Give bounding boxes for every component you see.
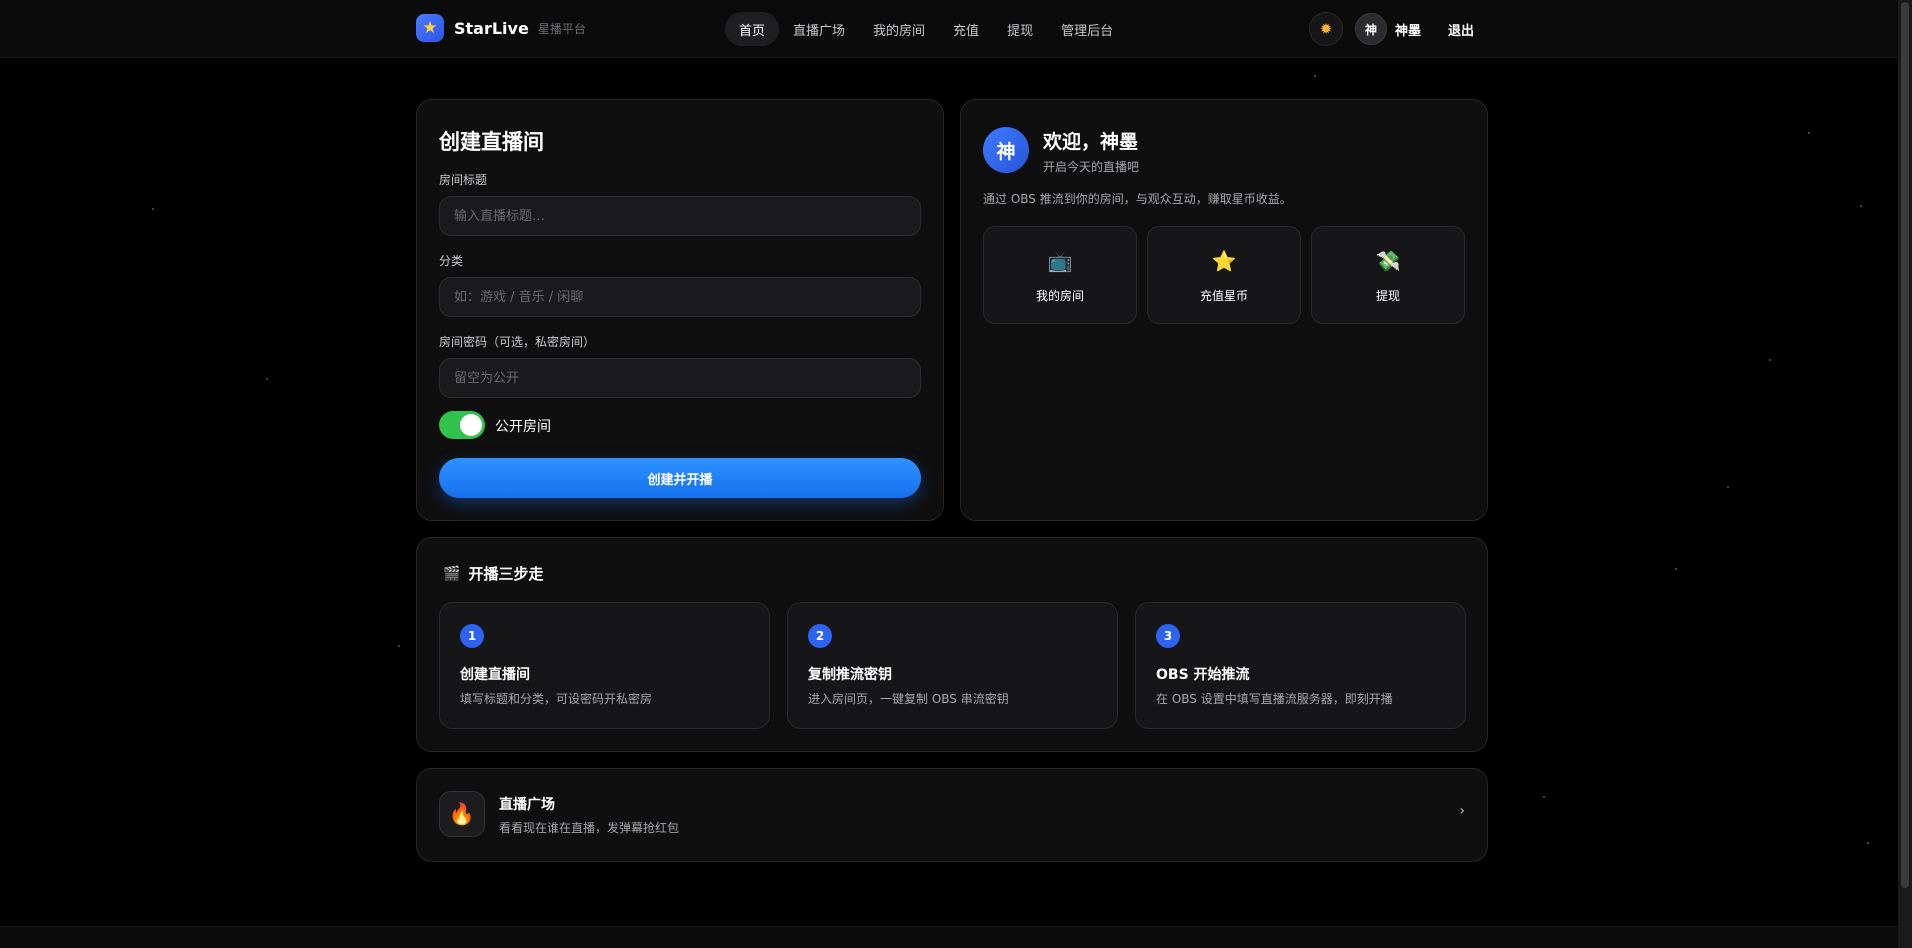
quick-action-recharge[interactable]: ⭐ 充值星币 bbox=[1147, 226, 1301, 324]
avatar[interactable]: 神 bbox=[1355, 13, 1387, 45]
step-number-badge: 3 bbox=[1156, 624, 1180, 648]
nav-item-admin[interactable]: 管理后台 bbox=[1047, 12, 1127, 46]
public-room-toggle[interactable] bbox=[439, 411, 485, 439]
tv-icon: 📺 bbox=[1047, 249, 1073, 273]
welcome-description: 通过 OBS 推流到你的房间，与观众互动，赚取星币收益。 bbox=[983, 192, 1292, 206]
step-description: 填写标题和分类，可设密码开私密房 bbox=[460, 692, 653, 706]
step-title: OBS 开始推流 bbox=[1156, 667, 1250, 683]
step-description: 在 OBS 设置中填写直播流服务器，即刻开播 bbox=[1156, 692, 1393, 706]
welcome-card: 神 欢迎，神墨 开启今天的直播吧 通过 OBS 推流到你的房间，与观众互动，赚取… bbox=[960, 99, 1488, 521]
quick-action-withdraw[interactable]: 💸 提现 bbox=[1311, 226, 1465, 324]
step-item: 2 复制推流密钥 进入房间页，一键复制 OBS 串流密钥 bbox=[787, 602, 1118, 729]
category-label: 分类 bbox=[439, 254, 464, 268]
start-steps-card: 🎬 开播三步走 1 创建直播间 填写标题和分类，可设密码开私密房 2 复制推流密… bbox=[416, 537, 1488, 752]
welcome-subtitle: 开启今天的直播吧 bbox=[1043, 160, 1140, 174]
steps-heading: 🎬 开播三步走 bbox=[443, 563, 543, 584]
room-title-label: 房间标题 bbox=[439, 173, 488, 187]
star-icon: ⭐ bbox=[1211, 249, 1237, 273]
room-title-input[interactable] bbox=[439, 196, 921, 236]
toggle-knob bbox=[460, 414, 482, 436]
nav-item-plaza[interactable]: 直播广场 bbox=[779, 12, 859, 46]
sun-icon: ✹ bbox=[1319, 20, 1333, 38]
theme-toggle-button[interactable]: ✹ bbox=[1309, 12, 1343, 46]
create-room-card: 创建直播间 房间标题 分类 房间密码（可选，私密房间） 公开房间 创建并开播 bbox=[416, 99, 944, 521]
scrollbar-thumb[interactable] bbox=[1901, 2, 1909, 888]
public-room-label: 公开房间 bbox=[495, 419, 551, 435]
clapper-icon: 🎬 bbox=[443, 565, 461, 582]
step-number-badge: 1 bbox=[460, 624, 484, 648]
brand-subtitle: 星播平台 bbox=[537, 21, 586, 36]
avatar: 神 bbox=[983, 127, 1029, 173]
main-nav: 首页 直播广场 我的房间 充值 提现 管理后台 bbox=[725, 12, 1127, 46]
footer-bar bbox=[0, 926, 1898, 948]
step-item: 1 创建直播间 填写标题和分类，可设密码开私密房 bbox=[439, 602, 770, 729]
quick-action-label: 提现 bbox=[1375, 289, 1400, 303]
step-title: 创建直播间 bbox=[460, 667, 530, 683]
top-navbar: ★ StarLive 星播平台 首页 直播广场 我的房间 充值 提现 管理后台 … bbox=[0, 0, 1898, 58]
plaza-title: 直播广场 bbox=[499, 797, 555, 813]
steps-title: 开播三步走 bbox=[468, 565, 544, 583]
nav-item-home[interactable]: 首页 bbox=[725, 12, 780, 46]
chevron-right-icon: › bbox=[1459, 803, 1465, 819]
live-plaza-link[interactable]: 🔥 直播广场 看看现在谁在直播，发弹幕抢红包 › bbox=[416, 768, 1488, 862]
category-input[interactable] bbox=[439, 277, 921, 317]
create-and-start-button[interactable]: 创建并开播 bbox=[439, 458, 921, 498]
star-icon: ★ bbox=[416, 14, 444, 42]
step-title: 复制推流密钥 bbox=[808, 667, 892, 683]
user-area: ✹ 神 神墨 退出 bbox=[1309, 12, 1474, 46]
brand[interactable]: ★ StarLive 星播平台 bbox=[416, 14, 586, 42]
fire-icon: 🔥 bbox=[439, 791, 485, 837]
user-name[interactable]: 神墨 bbox=[1395, 20, 1421, 39]
money-wings-icon: 💸 bbox=[1375, 249, 1401, 273]
room-password-input[interactable] bbox=[439, 358, 921, 398]
brand-name: StarLive bbox=[454, 18, 529, 38]
create-room-title: 创建直播间 bbox=[439, 130, 544, 154]
quick-action-label: 我的房间 bbox=[1035, 289, 1084, 303]
plaza-description: 看看现在谁在直播，发弹幕抢红包 bbox=[499, 821, 680, 835]
welcome-title: 欢迎，神墨 bbox=[1043, 131, 1139, 153]
nav-item-withdraw[interactable]: 提现 bbox=[993, 12, 1047, 46]
nav-item-recharge[interactable]: 充值 bbox=[939, 12, 993, 46]
quick-action-my-room[interactable]: 📺 我的房间 bbox=[983, 226, 1137, 324]
step-item: 3 OBS 开始推流 在 OBS 设置中填写直播流服务器，即刻开播 bbox=[1135, 602, 1466, 729]
nav-item-my-room[interactable]: 我的房间 bbox=[859, 12, 939, 46]
step-number-badge: 2 bbox=[808, 624, 832, 648]
quick-action-label: 充值星币 bbox=[1199, 289, 1248, 303]
step-description: 进入房间页，一键复制 OBS 串流密钥 bbox=[808, 692, 1009, 706]
room-password-label: 房间密码（可选，私密房间） bbox=[439, 335, 596, 349]
logout-button[interactable]: 退出 bbox=[1448, 20, 1474, 39]
